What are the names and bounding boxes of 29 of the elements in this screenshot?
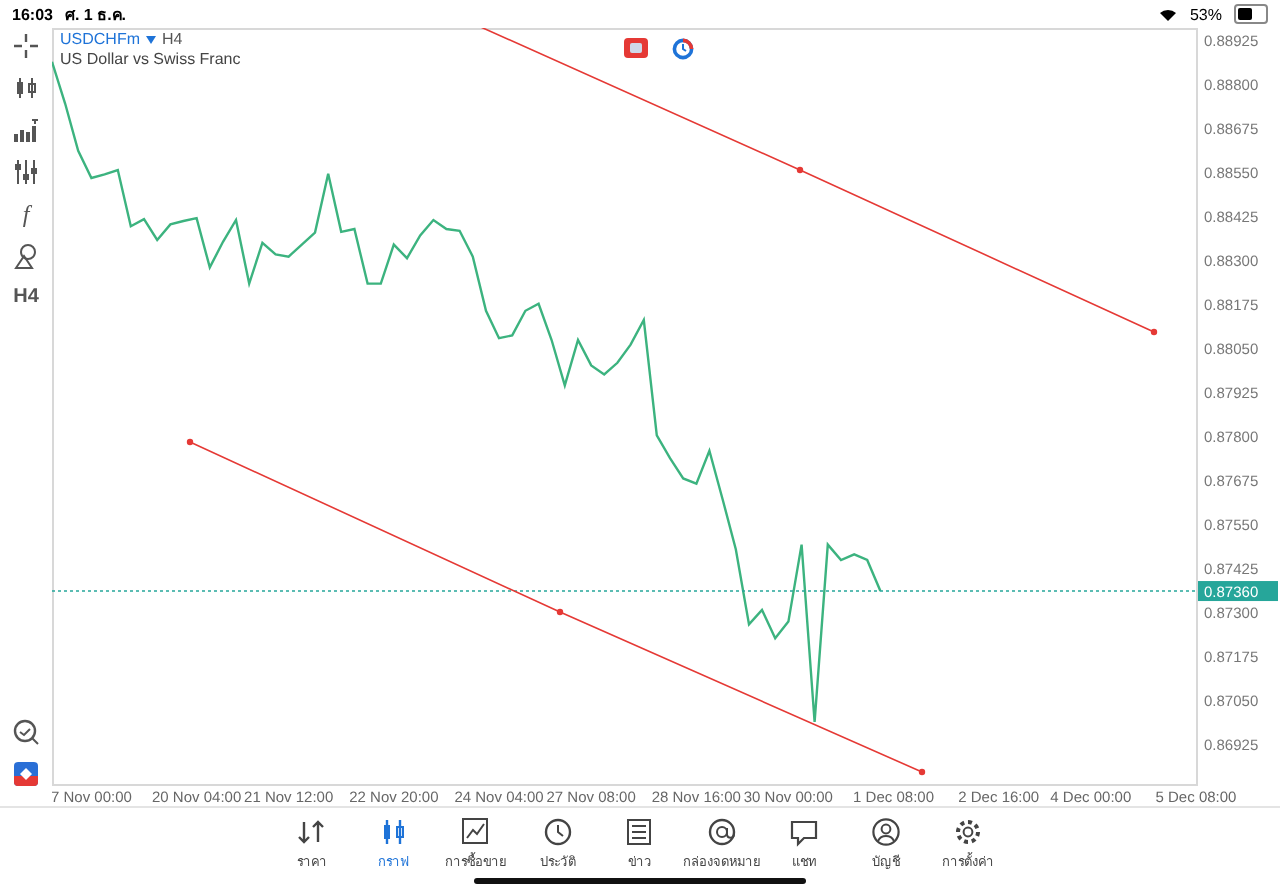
at-sign-icon[interactable] xyxy=(706,816,738,848)
chart-search-icon[interactable] xyxy=(12,718,40,746)
dropdown-icon[interactable] xyxy=(146,36,156,44)
indicator-bars-icon[interactable] xyxy=(12,116,40,144)
date: ศ. 1 ธ.ค. xyxy=(64,3,127,27)
chat-icon[interactable] xyxy=(788,816,820,848)
news-icon[interactable] xyxy=(624,816,656,848)
settings-icon[interactable] xyxy=(952,816,984,848)
account-icon[interactable] xyxy=(870,816,902,848)
trade-chart-icon[interactable] xyxy=(460,816,492,848)
clock-icon[interactable] xyxy=(672,38,694,60)
symbol-name[interactable]: USDCHFm xyxy=(60,30,140,50)
candlestick-icon[interactable] xyxy=(12,74,40,102)
crosshair-icon[interactable] xyxy=(12,32,40,60)
wifi-icon xyxy=(1157,6,1178,22)
price-arrows-icon[interactable] xyxy=(296,816,328,848)
timeframe: H4 xyxy=(162,30,183,50)
sliders-icon[interactable] xyxy=(12,158,40,186)
toolbar-button[interactable]: f xyxy=(22,200,30,228)
history-icon[interactable] xyxy=(542,816,574,848)
camera-icon[interactable] xyxy=(624,38,648,58)
shapes-icon[interactable] xyxy=(12,242,40,270)
toolbar-button[interactable]: H4 xyxy=(13,284,39,312)
app-logo-icon[interactable] xyxy=(12,760,40,788)
clock: 16:03 xyxy=(12,5,53,23)
candlestick-icon[interactable] xyxy=(378,816,410,848)
battery-percent: 53% xyxy=(1189,5,1222,23)
symbol-description: US Dollar vs Swiss Franc xyxy=(60,50,241,70)
battery-icon xyxy=(1234,4,1268,24)
